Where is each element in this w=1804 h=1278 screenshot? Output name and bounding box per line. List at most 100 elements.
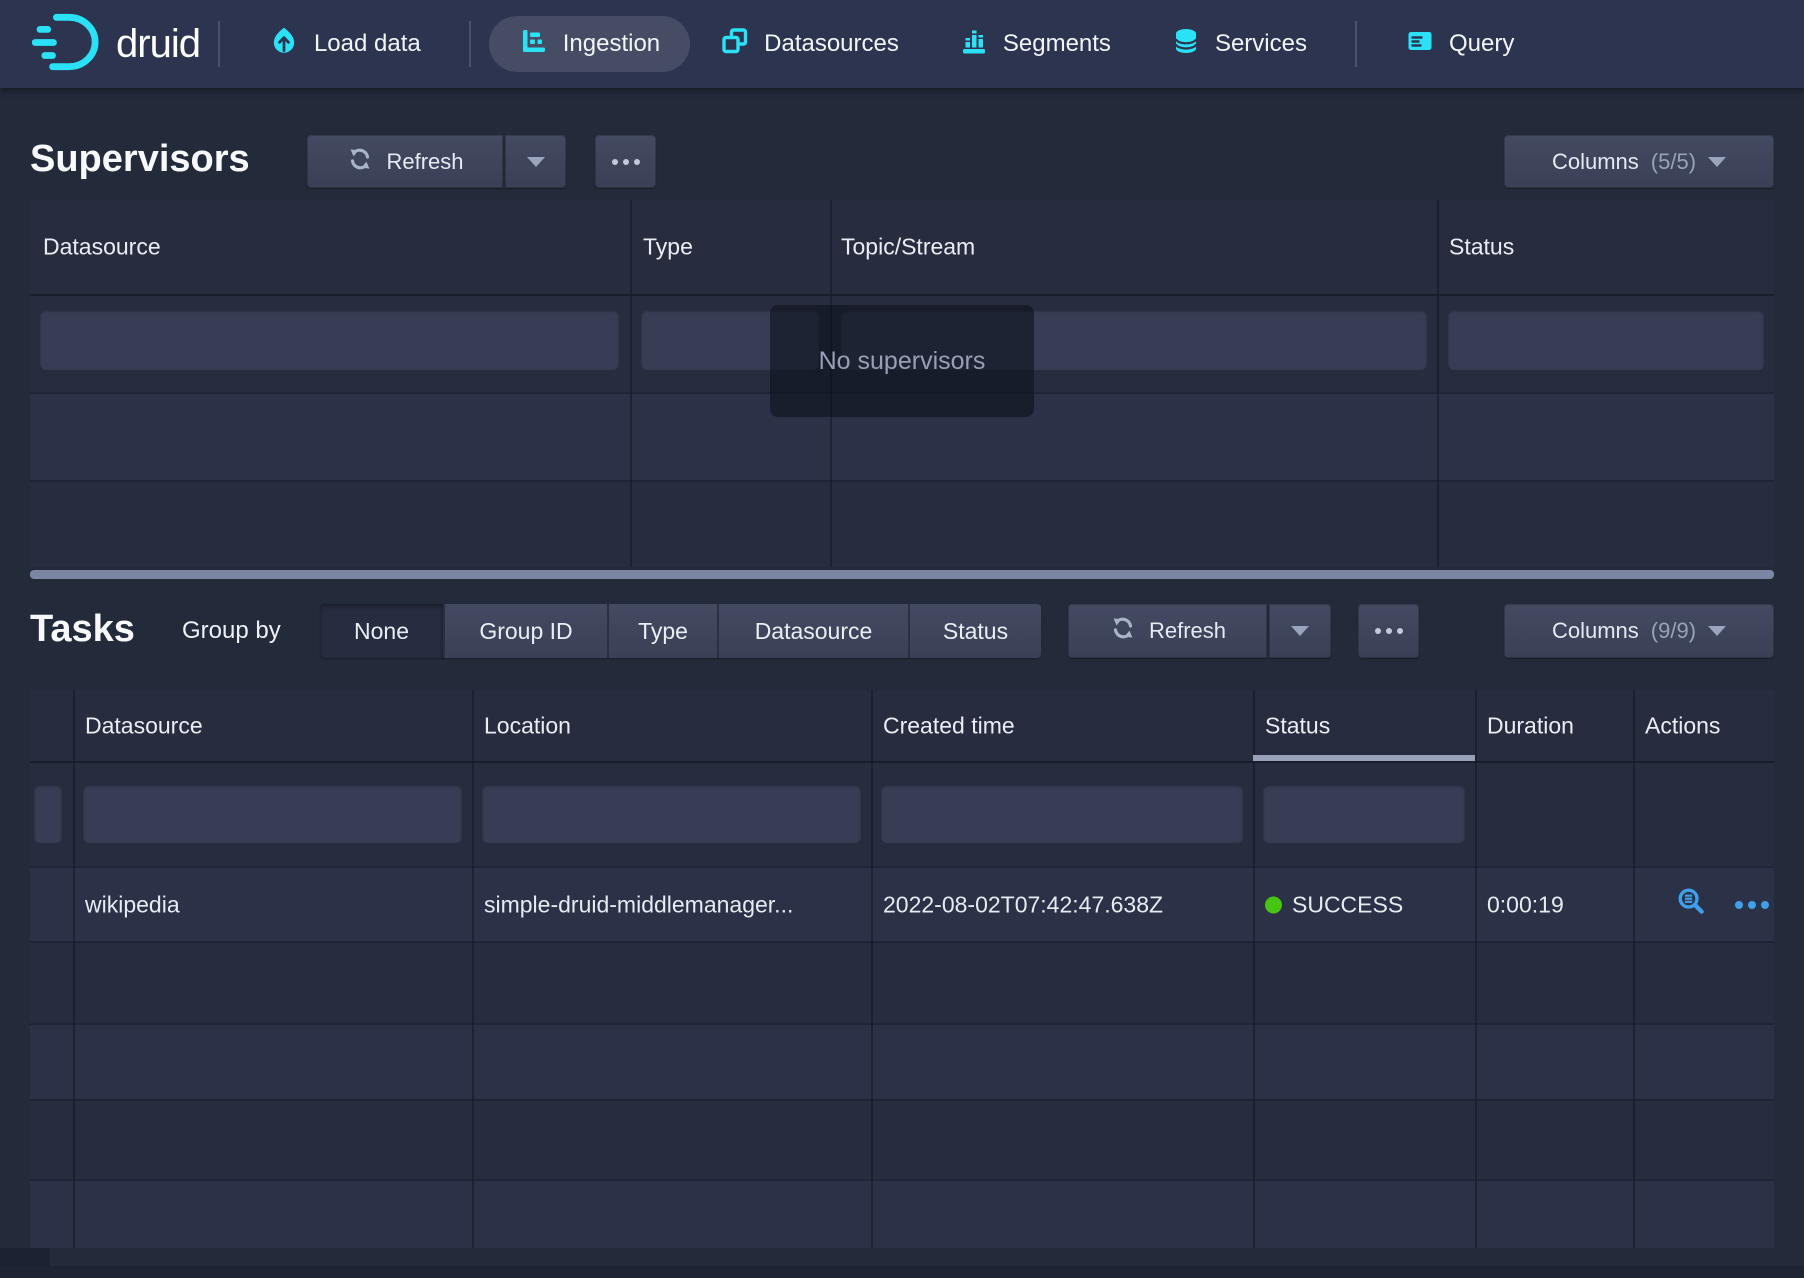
chevron-down-icon [1708,157,1726,167]
nav-item-label: Services [1215,30,1307,58]
query-console-icon [1405,26,1435,63]
group-by-type-button[interactable]: Type [607,604,717,658]
status-filter-input[interactable] [1263,785,1465,843]
page-footer-strip [0,1266,1804,1278]
refresh-label: Refresh [386,149,463,175]
column-divider [1475,690,1477,1248]
supervisors-table: Datasource Type Topic/Stream Status No s… [30,200,1774,567]
task-datasource-cell: wikipedia [85,891,180,918]
druid-logo-icon [32,12,106,77]
task-detail-magnifier-icon[interactable] [1675,885,1709,925]
horizontal-scrollbar[interactable] [30,570,1774,579]
location-filter-input[interactable] [482,785,861,843]
refresh-label: Refresh [1149,618,1226,644]
nav-item-segments[interactable]: Segments [929,16,1141,72]
column-header-datasource[interactable]: Datasource [85,712,203,739]
more-dots-icon [612,159,640,165]
column-header-actions[interactable]: Actions [1645,712,1720,739]
empty-table-row [30,480,1774,567]
tasks-refresh-dropdown-button[interactable] [1269,604,1331,658]
empty-table-row [30,941,1774,1023]
group-by-status-button[interactable]: Status [908,604,1041,658]
sort-indicator-status [1253,755,1475,761]
column-header-datasource[interactable]: Datasource [43,234,161,261]
group-by-label: Group by [182,617,281,645]
supervisors-columns-button[interactable]: Columns (5/5) [1504,135,1774,188]
supervisors-table-header-row: Datasource Type Topic/Stream Status [30,200,1774,296]
nav-item-label: Datasources [764,30,899,58]
datasource-filter-input[interactable] [40,310,619,370]
task-duration-cell: 0:00:19 [1487,891,1564,918]
task-row-wikipedia[interactable]: wikipedia simple-druid-middlemanager... … [30,866,1774,941]
task-actions-cell [1675,885,1769,925]
nav-item-query[interactable]: Query [1375,16,1544,72]
tasks-columns-button[interactable]: Columns (9/9) [1504,604,1774,658]
nav-item-label: Ingestion [563,30,660,58]
task-location-cell: simple-druid-middlemanager... [484,891,793,918]
tasks-more-button[interactable] [1358,604,1419,658]
column-divider [472,690,474,1248]
supervisors-refresh-dropdown-button[interactable] [505,135,566,188]
column-divider [630,200,632,567]
column-divider [871,690,873,1248]
created-time-filter-input[interactable] [881,785,1243,843]
druid-logo-text: druid [116,22,200,67]
supervisors-title: Supervisors [30,138,250,181]
expander-filter-input[interactable] [34,785,62,843]
column-divider [1253,690,1255,1248]
navbar-divider [1355,21,1357,67]
supervisors-refresh-button[interactable]: Refresh [307,135,503,188]
task-status-cell: SUCCESS [1265,891,1403,918]
services-database-icon [1171,26,1201,63]
group-by-group-id-button[interactable]: Group ID [443,604,607,658]
top-navbar: druid Load data [0,0,1804,88]
more-dots-icon [1375,628,1403,634]
nav-item-services[interactable]: Services [1141,16,1337,72]
column-divider [73,690,75,1248]
group-by-datasource-button[interactable]: Datasource [717,604,908,658]
datasource-filter-input[interactable] [83,785,462,843]
nav-item-datasources[interactable]: Datasources [690,16,929,72]
column-header-duration[interactable]: Duration [1487,712,1574,739]
navbar-divider [469,21,471,67]
columns-label: Columns [1552,618,1639,644]
columns-count: (9/9) [1651,618,1696,644]
columns-label: Columns [1552,149,1639,175]
column-header-type[interactable]: Type [643,234,693,261]
task-created-time-cell: 2022-08-02T07:42:47.638Z [883,891,1163,918]
navbar-divider [218,21,220,67]
upload-icon [268,25,300,64]
refresh-icon [1109,614,1137,648]
empty-table-row [30,1179,1774,1248]
column-header-status[interactable]: Status [1449,234,1514,261]
column-header-topic-stream[interactable]: Topic/Stream [841,234,975,261]
no-supervisors-overlay: No supervisors [770,305,1034,417]
chevron-down-icon [527,157,545,167]
column-header-status[interactable]: Status [1265,712,1330,739]
druid-logo[interactable]: druid [32,12,200,77]
nav-item-ingestion[interactable]: Ingestion [489,16,690,72]
status-filter-input[interactable] [1448,310,1764,370]
chevron-down-icon [1291,626,1309,636]
group-by-button-group: None Group ID Type Datasource Status [320,604,1041,658]
tasks-refresh-button[interactable]: Refresh [1068,604,1267,658]
tasks-filter-row [30,763,1774,866]
tasks-table-header-row: Datasource Location Created time Status … [30,690,1774,763]
druid-console: druid Load data [0,0,1804,1278]
task-status-text: SUCCESS [1292,891,1403,918]
task-actions-more-icon[interactable] [1735,901,1769,909]
group-by-none-button[interactable]: None [320,604,443,658]
tasks-title: Tasks [30,608,135,651]
empty-table-row [30,1023,1774,1099]
nav-item-load-data[interactable]: Load data [238,16,451,72]
column-divider [1633,690,1635,1248]
segments-bars-icon [959,26,989,63]
ingestion-chart-icon [519,26,549,63]
column-header-location[interactable]: Location [484,712,571,739]
supervisors-more-button[interactable] [595,135,656,188]
column-header-created-time[interactable]: Created time [883,712,1015,739]
datasources-layers-icon [720,26,750,63]
empty-table-row [30,1099,1774,1179]
column-divider [1437,200,1439,567]
columns-count: (5/5) [1651,149,1696,175]
